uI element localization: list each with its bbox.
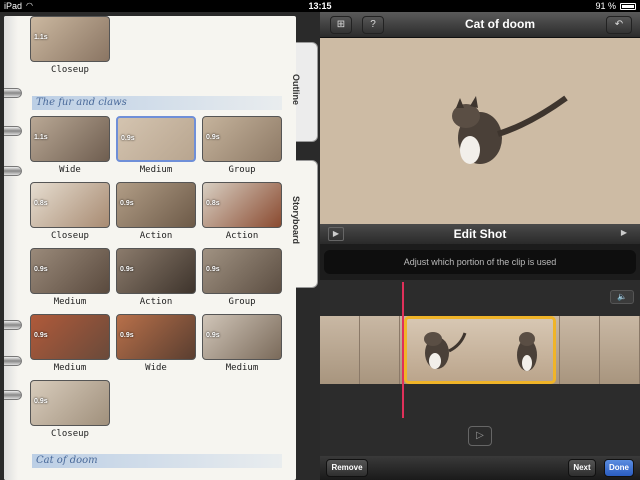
clip-label: Medium: [53, 363, 87, 373]
binder-ring: [4, 320, 22, 330]
section-title[interactable]: The fur and claws: [32, 96, 282, 110]
clip-tile[interactable]: 1.1s Wide: [30, 116, 112, 178]
clip-label: Medium: [225, 363, 259, 373]
clip-tile[interactable]: 1.1s Closeup: [30, 16, 112, 78]
clip-duration: 0.9s: [206, 332, 220, 339]
trim-timeline[interactable]: 🔈 ▷: [320, 280, 640, 456]
storyboard-page[interactable]: 1.1s Closeup The fur and claws 1.1s Wide…: [4, 16, 296, 480]
notebook-tabs: Outline Storyboard: [291, 32, 320, 480]
clip-tile[interactable]: 0.9s Action: [116, 182, 198, 244]
clip-tile[interactable]: 0.9s Wide: [116, 314, 198, 376]
clip-label: Closeup: [51, 429, 89, 439]
clip-label: Action: [139, 231, 173, 241]
clip-duration: 0.9s: [206, 266, 220, 273]
help-icon[interactable]: ?: [362, 16, 384, 34]
clip-tile[interactable]: 0.9s Medium: [30, 248, 112, 310]
next-shot-icon[interactable]: ▶: [616, 227, 632, 241]
video-preview[interactable]: [320, 38, 640, 232]
clip-tile[interactable]: 0.9s Medium: [30, 314, 112, 376]
preview-image: [320, 38, 640, 232]
clip-label: Wide: [59, 165, 81, 175]
clip-duration: 0.9s: [121, 135, 135, 142]
battery-icon: [620, 3, 636, 10]
clip-duration: 0.9s: [34, 398, 48, 405]
tab-outline[interactable]: Outline: [291, 42, 318, 142]
clip-tile[interactable]: 0.8s Action: [202, 182, 284, 244]
film-import-icon[interactable]: ⊞: [330, 16, 352, 34]
clip-duration: 1.1s: [34, 34, 48, 41]
clip-duration: 0.8s: [206, 200, 220, 207]
clip-label: Action: [225, 231, 259, 241]
clip-duration: 1.1s: [34, 134, 48, 141]
trim-selection[interactable]: [404, 316, 556, 384]
edit-shot-title: Edit Shot: [453, 227, 507, 241]
clip-duration: 0.9s: [120, 200, 134, 207]
clip-duration: 0.9s: [34, 266, 48, 273]
next-button[interactable]: Next: [568, 459, 596, 477]
play-icon[interactable]: ▷: [468, 426, 492, 446]
clip-duration: 0.9s: [206, 134, 220, 141]
top-toolbar: ⊞ ? Cat of doom ↶: [320, 12, 640, 38]
binder-ring: [4, 88, 22, 98]
clip-tile[interactable]: 0.9s Closeup: [30, 380, 112, 442]
section-title[interactable]: Cat of doom: [32, 454, 282, 468]
clip-tile[interactable]: 0.9s Action: [116, 248, 198, 310]
edit-shot-bar: ▶ Edit Shot ▶: [320, 224, 640, 244]
clip-tile[interactable]: 0.9s Group: [202, 248, 284, 310]
remove-button[interactable]: Remove: [326, 459, 368, 477]
clip-label: Medium: [53, 297, 87, 307]
done-button[interactable]: Done: [604, 459, 634, 477]
clip-duration: 0.9s: [120, 266, 134, 273]
clip-tile[interactable]: 0.9s Group: [202, 116, 284, 178]
status-bar: iPad ◠ 13:15 91 %: [0, 0, 640, 12]
battery-percent: 91 %: [595, 1, 616, 11]
clip-label: Group: [228, 297, 256, 307]
trim-hint: Adjust which portion of the clip is used: [324, 250, 636, 274]
bottom-toolbar: Remove Next Done: [320, 456, 640, 480]
clip-label: Closeup: [51, 231, 89, 241]
clip-tile[interactable]: 0.8s Closeup: [30, 182, 112, 244]
playhead[interactable]: [402, 282, 404, 418]
binder-ring: [4, 390, 22, 400]
clip-label: Action: [139, 297, 173, 307]
project-title: Cat of doom: [465, 17, 535, 31]
storyboard-notebook: 1.1s Closeup The fur and claws 1.1s Wide…: [0, 12, 320, 480]
undo-icon[interactable]: ↶: [606, 16, 632, 34]
binder-ring: [4, 126, 22, 136]
clip-label: Wide: [145, 363, 167, 373]
clip-duration: 0.9s: [120, 332, 134, 339]
clip-tile[interactable]: 0.9s Medium: [202, 314, 284, 376]
tab-label: Outline: [291, 74, 301, 105]
edit-pane: ⊞ ? Cat of doom ↶ ▶ Edit Shot ▶ Adjust w…: [320, 12, 640, 480]
clip-duration: 0.9s: [34, 332, 48, 339]
clock: 13:15: [308, 1, 332, 11]
tab-label: Storyboard: [291, 196, 301, 245]
binder-ring: [4, 356, 22, 366]
clip-label: Group: [228, 165, 256, 175]
clip-label: Medium: [139, 165, 173, 175]
clip-label: Closeup: [51, 65, 89, 75]
tab-storyboard[interactable]: Storyboard: [291, 160, 318, 288]
binder-ring: [4, 166, 22, 176]
speaker-icon[interactable]: 🔈: [610, 290, 634, 304]
selection-frames: [424, 332, 537, 371]
clip-tile-selected[interactable]: 0.9s Medium: [116, 116, 198, 178]
clip-duration: 0.8s: [34, 200, 48, 207]
